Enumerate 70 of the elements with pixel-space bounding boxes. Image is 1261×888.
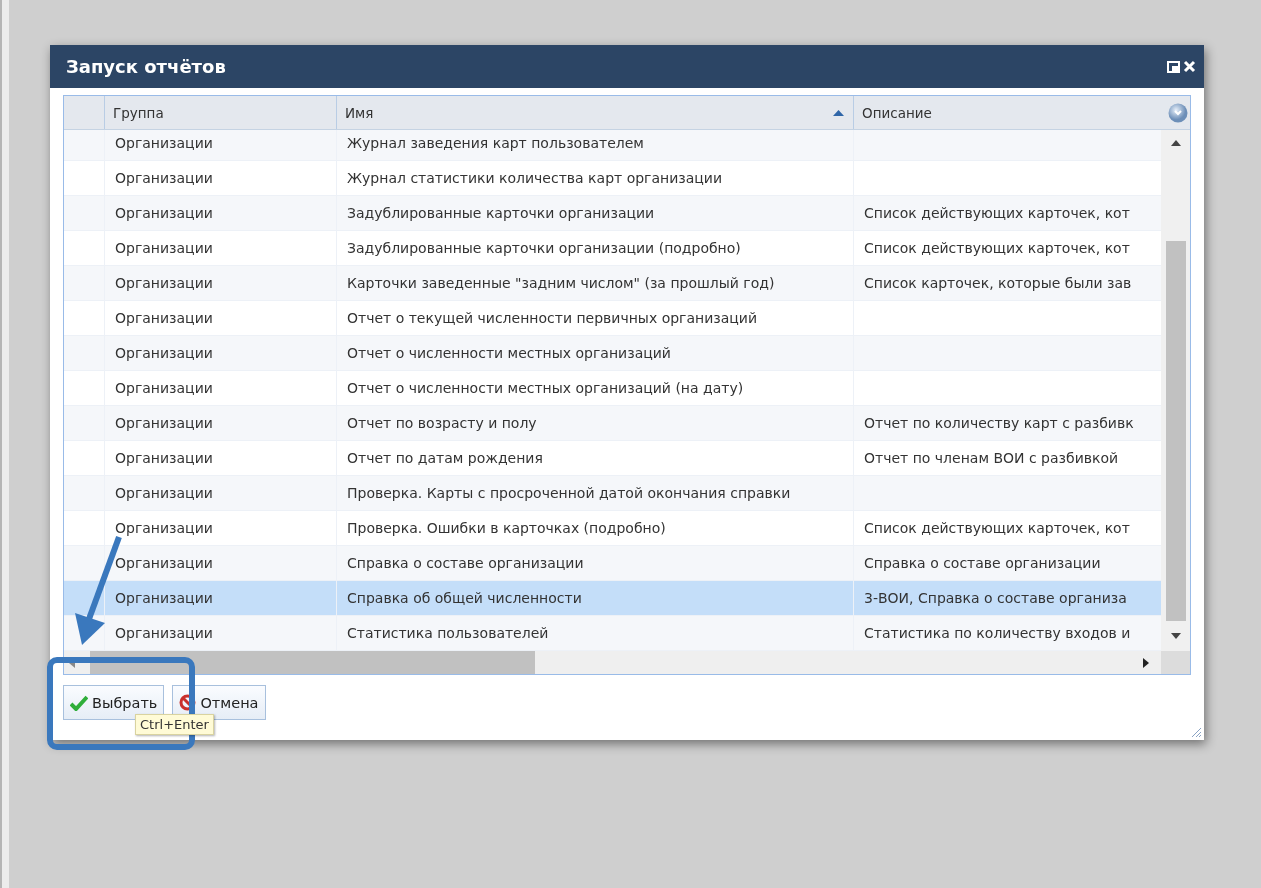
table-row[interactable]: Организации Проверка. Ошибки в карточках (подробно) Список действующих карточек, кот — [64, 511, 1162, 546]
column-header[interactable]: Группа — [113, 104, 336, 121]
table-cell: Организации — [115, 450, 213, 466]
table-row[interactable]: Организации Журнал статистики количества карт организации — [64, 161, 1162, 196]
table-cell: Организации — [115, 520, 213, 536]
table-cell: Справка о составе организации — [347, 555, 584, 571]
resize-grip-icon[interactable] — [1190, 726, 1202, 738]
table-cell: Отчет по членам ВОИ с разбивкой — [864, 450, 1119, 466]
table-row[interactable]: Организации Отчет о численности местных организаций — [64, 336, 1162, 371]
window-title: Запуск отчётов — [66, 56, 227, 77]
table-row[interactable]: Организации Журнал заведения карт пользователем — [64, 130, 1162, 161]
table-cell: Журнал заведения карт пользователем — [347, 135, 644, 151]
table-cell: Список действующих карточек, кот — [864, 240, 1130, 256]
table-row[interactable]: Организации Справка об общей численности 3-ВОИ, Справка о составе организа — [64, 581, 1162, 616]
table-cell: Справка о составе организации — [864, 555, 1101, 571]
column-header[interactable]: Имя — [345, 104, 829, 121]
table-cell: Организации — [115, 415, 213, 431]
table-cell: Организации — [115, 170, 213, 186]
table-row[interactable]: Организации Отчет о текущей численности первичных организаций — [64, 301, 1162, 336]
column-menu-icon[interactable] — [1168, 102, 1188, 123]
table-cell: Организации — [115, 205, 213, 221]
vertical-scrollbar[interactable] — [1161, 130, 1190, 651]
tooltip: Ctrl+Enter — [135, 714, 214, 735]
table-row[interactable]: Организации Отчет по возрасту и полу Отчет по количеству карт с разбивк — [64, 406, 1162, 441]
table-cell: Отчет по датам рождения — [347, 450, 543, 466]
table-cell: Организации — [115, 485, 213, 501]
table-cell: Карточки заведенные "задним числом" (за прошлый год) — [347, 275, 775, 291]
scrollbar-corner — [1161, 651, 1190, 674]
table-cell: Отчет о численности местных организаций — [347, 345, 671, 361]
table-cell: Организации — [115, 135, 213, 151]
table-cell: Организации — [115, 380, 213, 396]
table-row[interactable]: Организации Задублированные карточки организации Список действующих карточек, кот — [64, 196, 1162, 231]
table-cell: Отчет о численности местных организаций (на дату) — [347, 380, 744, 396]
table-row[interactable]: Организации Задублированные карточки организации (подробно) Список действующих карточек, кот — [64, 231, 1162, 266]
table-cell: Отчет по возрасту и полу — [347, 415, 537, 431]
table-cell: Проверка. Карты с просроченной датой окончания справки — [347, 485, 791, 501]
table-row[interactable]: Организации Отчет о численности местных организаций (на дату) — [64, 371, 1162, 406]
select-button[interactable]: Выбрать — [63, 685, 165, 720]
table-row[interactable]: Организации Статистика пользователей Статистика по количеству входов и — [64, 616, 1162, 651]
table-cell: 3-ВОИ, Справка о составе организа — [864, 590, 1127, 606]
table-cell: Организации — [115, 555, 213, 571]
restore-icon[interactable] — [1167, 60, 1180, 73]
table-cell: Список карточек, которые были зав — [864, 275, 1132, 291]
scroll-up-icon[interactable] — [1170, 140, 1181, 146]
table-cell: Задублированные карточки организации (подробно) — [347, 240, 741, 256]
table-cell: Отчет по количеству карт с разбивк — [864, 415, 1134, 431]
table-cell: Организации — [115, 275, 213, 291]
close-icon[interactable] — [1183, 60, 1196, 73]
table-cell: Статистика по количеству входов и — [864, 625, 1131, 641]
table-row[interactable]: Организации Карточки заведенные "задним числом" (за прошлый год) Список карточек, которые были зав — [64, 266, 1162, 301]
table-row[interactable]: Организации Проверка. Карты с просроченной датой окончания справки — [64, 476, 1162, 511]
table-cell: Организации — [115, 345, 213, 361]
table-cell: Организации — [115, 240, 213, 256]
table-cell: Список действующих карточек, кот — [864, 205, 1130, 221]
table-cell: Список действующих карточек, кот — [864, 520, 1130, 536]
table-row[interactable]: Организации Справка о составе организации Справка о составе организации — [64, 546, 1162, 581]
table-cell: Справка об общей численности — [347, 590, 582, 606]
table-cell: Организации — [115, 625, 213, 641]
scroll-right-icon[interactable] — [1143, 657, 1149, 668]
table-cell: Отчет о текущей численности первичных организаций — [347, 310, 758, 326]
table-cell: Журнал статистики количества карт организации — [347, 170, 723, 186]
column-header[interactable]: Описание — [862, 104, 1164, 121]
table-cell: Задублированные карточки организации — [347, 205, 655, 221]
table-cell: Организации — [115, 590, 213, 606]
table-cell: Организации — [115, 310, 213, 326]
checkmark-icon — [70, 694, 88, 711]
table-row[interactable]: Организации Отчет по датам рождения Отчет по членам ВОИ с разбивкой — [64, 441, 1162, 476]
table-cell: Статистика пользователей — [347, 625, 549, 641]
scroll-down-icon[interactable] — [1170, 633, 1181, 639]
table-cell: Проверка. Ошибки в карточках (подробно) — [347, 520, 666, 536]
